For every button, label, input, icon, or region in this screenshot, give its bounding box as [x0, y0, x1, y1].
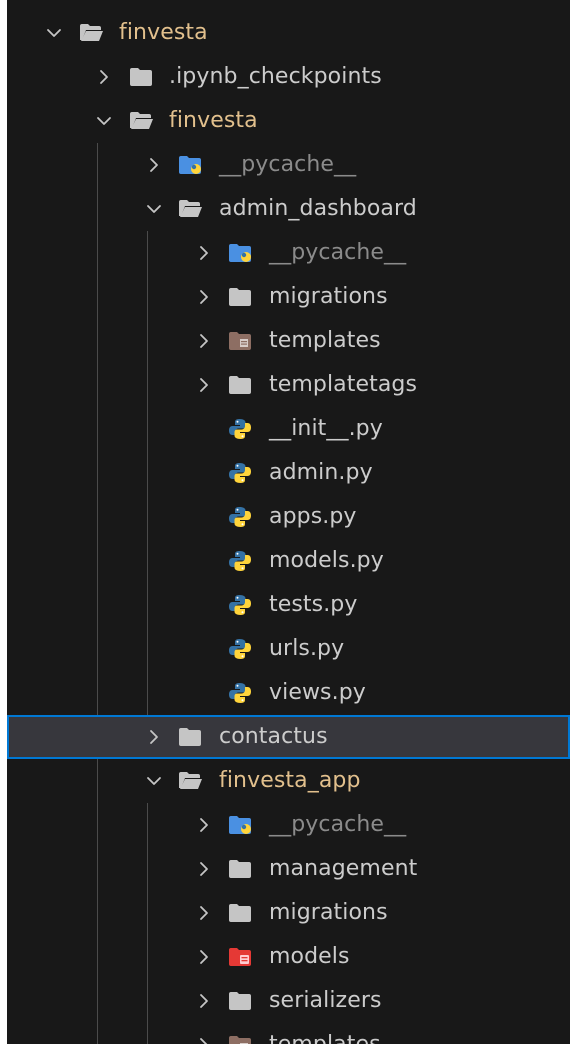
- chevron-right-icon[interactable]: [195, 860, 213, 878]
- python-file-icon: [227, 682, 253, 704]
- tree-row-apps-py[interactable]: apps.py: [7, 495, 570, 539]
- tree-row-templates[interactable]: templates: [7, 319, 570, 363]
- tree-row-finvesta-app[interactable]: finvesta_app: [7, 759, 570, 803]
- tree-item-label: serializers: [269, 988, 382, 1013]
- chevron-right-icon[interactable]: [145, 728, 163, 746]
- chevron-right-icon[interactable]: [145, 156, 163, 174]
- chevron-right-icon[interactable]: [195, 816, 213, 834]
- tree-item-label: migrations: [269, 284, 388, 309]
- file-explorer-tree: finvesta .ipynb_checkpoints finvesta __p…: [7, 0, 570, 1044]
- tree-row-templates[interactable]: templates: [7, 1023, 570, 1044]
- chevron-right-icon[interactable]: [195, 904, 213, 922]
- python-file-icon: [227, 506, 253, 528]
- tree-item-label: models: [269, 944, 350, 969]
- chevron-right-icon[interactable]: [195, 332, 213, 350]
- tree-item-label: finvesta: [119, 20, 208, 45]
- tree-item-label: __pycache__: [269, 240, 407, 265]
- tree-item-label: apps.py: [269, 504, 357, 529]
- tree-row-finvesta-package[interactable]: finvesta: [7, 99, 570, 143]
- chevron-right-icon[interactable]: [195, 244, 213, 262]
- tree-row-tests-py[interactable]: tests.py: [7, 583, 570, 627]
- folder-icon: [227, 858, 253, 880]
- tree-item-label: templates: [269, 1023, 381, 1044]
- python-file-icon: [227, 594, 253, 616]
- python-file-icon: [227, 418, 253, 440]
- tree-item-label: migrations: [269, 900, 388, 925]
- templates-folder-icon: [227, 330, 253, 352]
- tree-row-migrations[interactable]: migrations: [7, 275, 570, 319]
- tree-item-label: contactus: [219, 724, 328, 749]
- folder-open-icon: [177, 770, 203, 792]
- folder-icon: [227, 286, 253, 308]
- tree-row-urls-py[interactable]: urls.py: [7, 627, 570, 671]
- chevron-down-icon[interactable]: [45, 24, 63, 42]
- chevron-down-icon[interactable]: [95, 112, 113, 130]
- python-file-icon: [227, 462, 253, 484]
- python-folder-icon: [177, 154, 203, 176]
- chevron-right-icon[interactable]: [195, 1036, 213, 1044]
- python-folder-icon: [227, 242, 253, 264]
- tree-item-label: __pycache__: [269, 812, 407, 837]
- tree-item-label: templatetags: [269, 372, 418, 397]
- tree-row-serializers[interactable]: serializers: [7, 979, 570, 1023]
- tree-item-label: management: [269, 856, 418, 881]
- tree-row-admin-dashboard[interactable]: admin_dashboard: [7, 187, 570, 231]
- tree-row-management[interactable]: management: [7, 847, 570, 891]
- tree-item-label: urls.py: [269, 636, 345, 661]
- tree-item-label: admin_dashboard: [219, 196, 417, 221]
- chevron-right-icon[interactable]: [195, 376, 213, 394]
- tree-item-label: finvesta: [169, 108, 258, 133]
- chevron-right-icon[interactable]: [195, 948, 213, 966]
- folder-icon: [128, 66, 154, 88]
- tree-item-label: .ipynb_checkpoints: [169, 64, 382, 89]
- tree-item-label: views.py: [269, 680, 366, 705]
- tree-row-models-py[interactable]: models.py: [7, 539, 570, 583]
- folder-icon: [177, 726, 203, 748]
- tree-row-ipynb-checkpoints[interactable]: .ipynb_checkpoints: [7, 55, 570, 99]
- tree-item-label: templates: [269, 328, 381, 353]
- tree-row-finvesta-root[interactable]: finvesta: [7, 11, 570, 55]
- folder-open-icon: [78, 22, 104, 44]
- tree-item-label: admin.py: [269, 460, 373, 485]
- tree-row-pycache[interactable]: __pycache__: [7, 143, 570, 187]
- tree-item-label: models.py: [269, 548, 384, 573]
- folder-icon: [227, 902, 253, 924]
- tree-row-pycache[interactable]: __pycache__: [7, 803, 570, 847]
- python-folder-icon: [227, 814, 253, 836]
- tree-row-pycache[interactable]: __pycache__: [7, 231, 570, 275]
- tree-row-models[interactable]: models: [7, 935, 570, 979]
- tree-item-label: tests.py: [269, 592, 358, 617]
- python-file-icon: [227, 550, 253, 572]
- tree-row-admin-py[interactable]: admin.py: [7, 451, 570, 495]
- tree-item-label: __pycache__: [219, 152, 357, 177]
- tree-row-migrations[interactable]: migrations: [7, 891, 570, 935]
- tree-item-label: finvesta_app: [219, 768, 361, 793]
- tree-row-contactus[interactable]: contactus: [7, 715, 570, 759]
- chevron-right-icon[interactable]: [95, 68, 113, 86]
- python-file-icon: [227, 638, 253, 660]
- templates-folder-icon: [227, 1034, 253, 1044]
- chevron-down-icon[interactable]: [145, 772, 163, 790]
- chevron-right-icon[interactable]: [195, 992, 213, 1010]
- tree-row-views-py[interactable]: views.py: [7, 671, 570, 715]
- tree-row-init-py[interactable]: __init__.py: [7, 407, 570, 451]
- models-folder-icon: [227, 946, 253, 968]
- chevron-down-icon[interactable]: [145, 200, 163, 218]
- tree-row-templatetags[interactable]: templatetags: [7, 363, 570, 407]
- tree-item-label: __init__.py: [269, 416, 383, 441]
- folder-icon: [227, 374, 253, 396]
- chevron-right-icon[interactable]: [195, 288, 213, 306]
- folder-icon: [227, 990, 253, 1012]
- folder-open-icon: [177, 198, 203, 220]
- folder-open-icon: [128, 110, 154, 132]
